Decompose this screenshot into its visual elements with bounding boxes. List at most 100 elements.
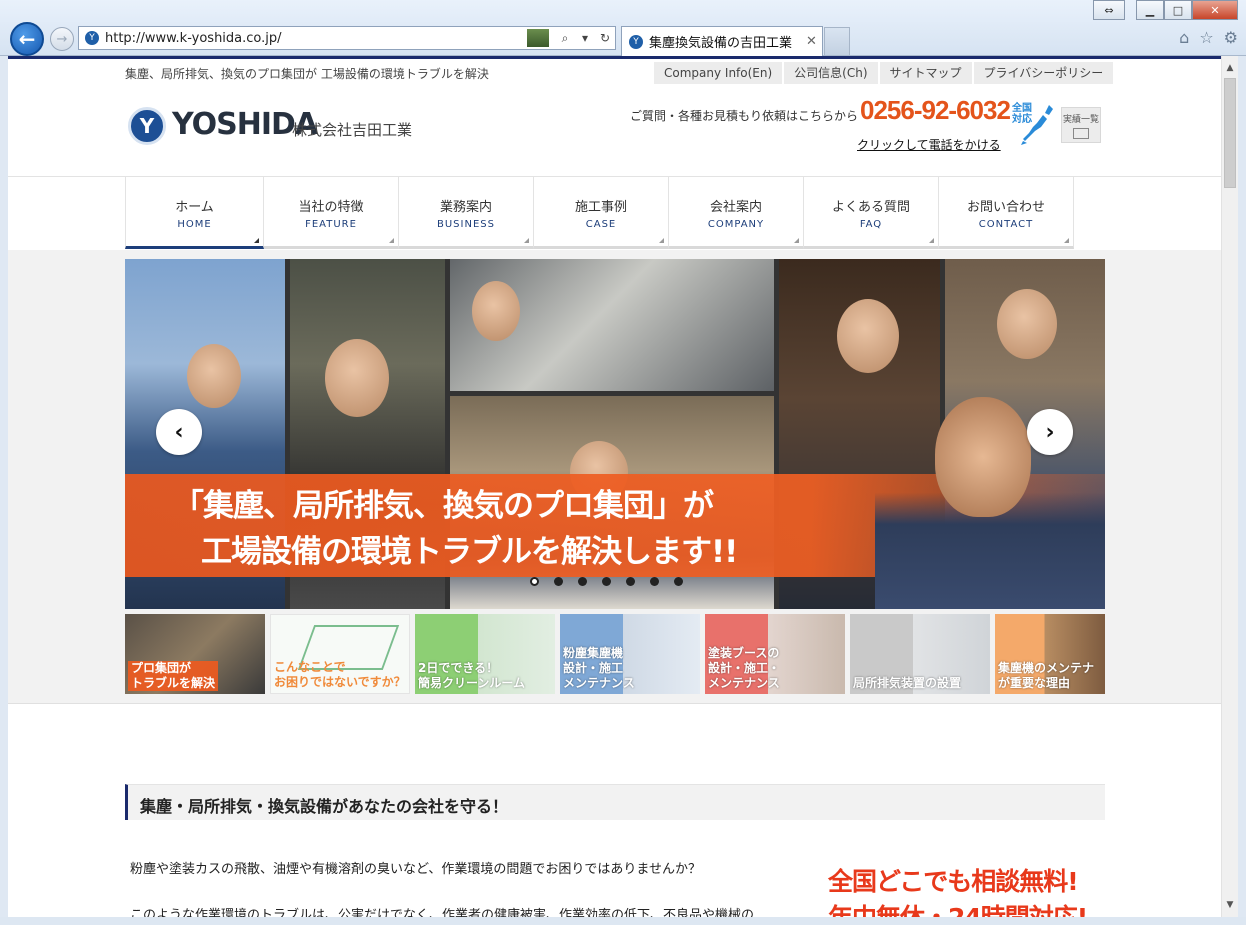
address-dropdown-icon[interactable]: ▾ <box>575 29 595 47</box>
hero-photo-office <box>450 259 774 391</box>
intro-paragraph-1: 粉塵や塗装カスの飛散、油煙や有機溶剤の臭いなど、作業環境の問題でお困りではありま… <box>130 862 701 877</box>
browser-toolbar: ⇔ ▁ □ ✕ ← → Y http://www.k-yoshida.co.jp… <box>0 0 1246 56</box>
thumb-label: 粉塵集塵機 設計・施工 メンテナンス <box>563 646 635 690</box>
thumb-label: 局所排気装置の設置 <box>853 676 962 690</box>
tab-favicon-icon: Y <box>629 34 643 49</box>
tab-close-icon[interactable]: ✕ <box>806 34 822 49</box>
corner-triangle-icon <box>794 238 799 243</box>
scroll-up-arrow-icon[interactable]: ▲ <box>1222 60 1238 76</box>
nav-case[interactable]: 施工事例 CASE <box>534 177 669 249</box>
corner-triangle-icon <box>659 238 664 243</box>
nav-contact[interactable]: お問い合わせ CONTACT <box>939 177 1074 249</box>
vertical-scrollbar[interactable]: ▲ ▼ <box>1221 56 1238 917</box>
scrollbar-thumb[interactable] <box>1224 78 1236 188</box>
thumb-troubles[interactable]: こんなことで お困りではないですか？ <box>270 614 410 694</box>
nav-faq-en: FAQ <box>859 219 883 230</box>
search-icon[interactable]: ⌕ <box>555 29 575 47</box>
maximize-button[interactable]: □ <box>1164 0 1192 20</box>
chevron-left-icon: ‹ <box>174 419 184 445</box>
nav-case-en: CASE <box>585 219 617 230</box>
nav-case-label: 施工事例 <box>574 200 627 215</box>
nav-feature[interactable]: 当社の特徴 FEATURE <box>264 177 399 249</box>
logo-mark-icon[interactable]: Y <box>128 107 166 145</box>
window-resize-button[interactable]: ⇔ <box>1093 0 1125 20</box>
tab-title: 集塵換気設備の吉田工業 <box>649 36 793 51</box>
nav-company[interactable]: 会社案内 COMPANY <box>669 177 804 249</box>
slider-dot-3[interactable] <box>578 577 587 586</box>
contact-prompt: ご質問・各種お見積もり依頼はこちらから <box>630 109 859 123</box>
link-company-info-ch[interactable]: 公司信息(Ch) <box>784 62 878 84</box>
slider-dot-4[interactable] <box>602 577 611 586</box>
link-sitemap[interactable]: サイトマップ <box>879 62 972 84</box>
section-title: 集塵・局所排気・換気設備があなたの会社を守る！ <box>140 797 509 816</box>
thumb-label: 集塵機のメンテナ が重要な理由 <box>998 661 1095 690</box>
corner-triangle-icon <box>389 238 394 243</box>
phone-number[interactable]: 0256-92-6032 <box>860 95 1011 126</box>
results-label: 実績一覧 <box>1062 115 1099 125</box>
thumb-label: こんなことで お困りではないですか？ <box>274 660 406 689</box>
feature-thumbnails: プロ集団が トラブルを解決 こんなことで お困りではないですか？ 2日でできる！ 簡易… <box>125 614 1105 694</box>
browser-tab[interactable]: Y 集塵換気設備の吉田工業 ✕ <box>621 26 823 56</box>
nav-feature-label: 当社の特徴 <box>298 200 364 215</box>
address-bar[interactable]: Y http://www.k-yoshida.co.jp/ ⌕ ▾ ↻ <box>78 26 616 50</box>
home-icon[interactable]: ⌂ <box>1179 28 1189 47</box>
thumb-pro-team[interactable]: プロ集団が トラブルを解決 <box>125 614 265 694</box>
slider-dot-5[interactable] <box>626 577 635 586</box>
window-controls: ▁ □ ✕ <box>1136 0 1238 20</box>
nav-home-en: HOME <box>177 219 212 230</box>
slider-dot-6[interactable] <box>650 577 659 586</box>
nav-home[interactable]: ホーム HOME <box>125 177 264 249</box>
new-tab-button[interactable] <box>824 27 850 55</box>
page-viewport: 集塵、局所排気、換気のプロ集団が 工場設備の環境トラブルを解決 Company … <box>8 56 1221 917</box>
nav-home-label: ホーム <box>175 200 214 215</box>
nav-contact-label: お問い合わせ <box>966 200 1045 215</box>
scroll-down-arrow-icon[interactable]: ▼ <box>1222 897 1238 913</box>
slider-dot-1[interactable] <box>530 577 539 586</box>
utility-links: Company Info(En) 公司信息(Ch) サイトマップ プライバシーポ… <box>654 62 1114 84</box>
slider-prev-button[interactable]: ‹ <box>156 409 202 455</box>
results-list-button[interactable]: 実績一覧 <box>1061 107 1101 143</box>
back-button[interactable]: ← <box>10 22 44 56</box>
link-privacy-policy[interactable]: プライバシーポリシー <box>973 62 1114 84</box>
thumb-label: 塗装ブースの 設計・施工・ メンテナンス <box>708 646 781 690</box>
link-company-info-en[interactable]: Company Info(En) <box>654 62 783 84</box>
favorites-star-icon[interactable]: ☆ <box>1199 28 1213 47</box>
slider-dots <box>530 577 683 586</box>
promo-free-consult[interactable]: 全国どこでも相談無料! <box>828 862 1079 898</box>
main-nav: ホーム HOME 当社の特徴 FEATURE 業務案内 BUSINESS 施工事例 CA… <box>125 177 1074 249</box>
nav-faq-label: よくある質問 <box>831 200 910 215</box>
call-link[interactable]: クリックして電話をかける <box>857 136 1001 153</box>
thumb-maintenance[interactable]: 集塵機のメンテナ が重要な理由 <box>995 614 1105 694</box>
compat-view-icon[interactable] <box>527 29 549 47</box>
corner-triangle-icon <box>524 238 529 243</box>
thumb-label: プロ集団が トラブルを解決 <box>128 661 219 691</box>
thumb-local-exhaust[interactable]: 局所排気装置の設置 <box>850 614 990 694</box>
thumb-label: 2日でできる！ 簡易クリーンルーム <box>418 661 526 690</box>
address-url[interactable]: http://www.k-yoshida.co.jp/ <box>105 31 527 46</box>
nav-business[interactable]: 業務案内 BUSINESS <box>399 177 534 249</box>
nav-business-en: BUSINESS <box>437 219 495 230</box>
nav-faq[interactable]: よくある質問 FAQ <box>804 177 939 249</box>
slider-next-button[interactable]: › <box>1027 409 1073 455</box>
thumb-dust-collector[interactable]: 粉塵集塵機 設計・施工 メンテナンス <box>560 614 700 694</box>
forward-button[interactable]: → <box>50 27 74 51</box>
close-window-button[interactable]: ✕ <box>1192 0 1238 20</box>
nav-business-label: 業務案内 <box>439 200 492 215</box>
corner-triangle-icon <box>929 238 934 243</box>
nationwide-badge[interactable]: 全国 対応 <box>1009 101 1057 145</box>
refresh-icon[interactable]: ↻ <box>595 29 615 47</box>
section-title-bar: 集塵・局所排気・換気設備があなたの会社を守る！ <box>125 784 1105 820</box>
thumb-clean-room[interactable]: 2日でできる！ 簡易クリーンルーム <box>415 614 555 694</box>
nav-contact-en: CONTACT <box>978 219 1034 230</box>
back-arrow-icon: ← <box>18 27 36 51</box>
promo-24h[interactable]: 年中無休・24時間対応! <box>828 898 1088 917</box>
site-favicon-icon: Y <box>85 31 99 45</box>
nav-company-en: COMPANY <box>707 219 765 230</box>
thumb-paint-booth[interactable]: 塗装ブースの 設計・施工・ メンテナンス <box>705 614 845 694</box>
settings-gear-icon[interactable]: ⚙ <box>1224 28 1238 47</box>
nav-company-label: 会社案内 <box>709 200 762 215</box>
intro-paragraph-2: このような作業環境のトラブルは、公害だけでなく、作業者の健康被害、作業効率の低下… <box>130 908 755 917</box>
slider-dot-7[interactable] <box>674 577 683 586</box>
slider-dot-2[interactable] <box>554 577 563 586</box>
minimize-button[interactable]: ▁ <box>1136 0 1164 20</box>
